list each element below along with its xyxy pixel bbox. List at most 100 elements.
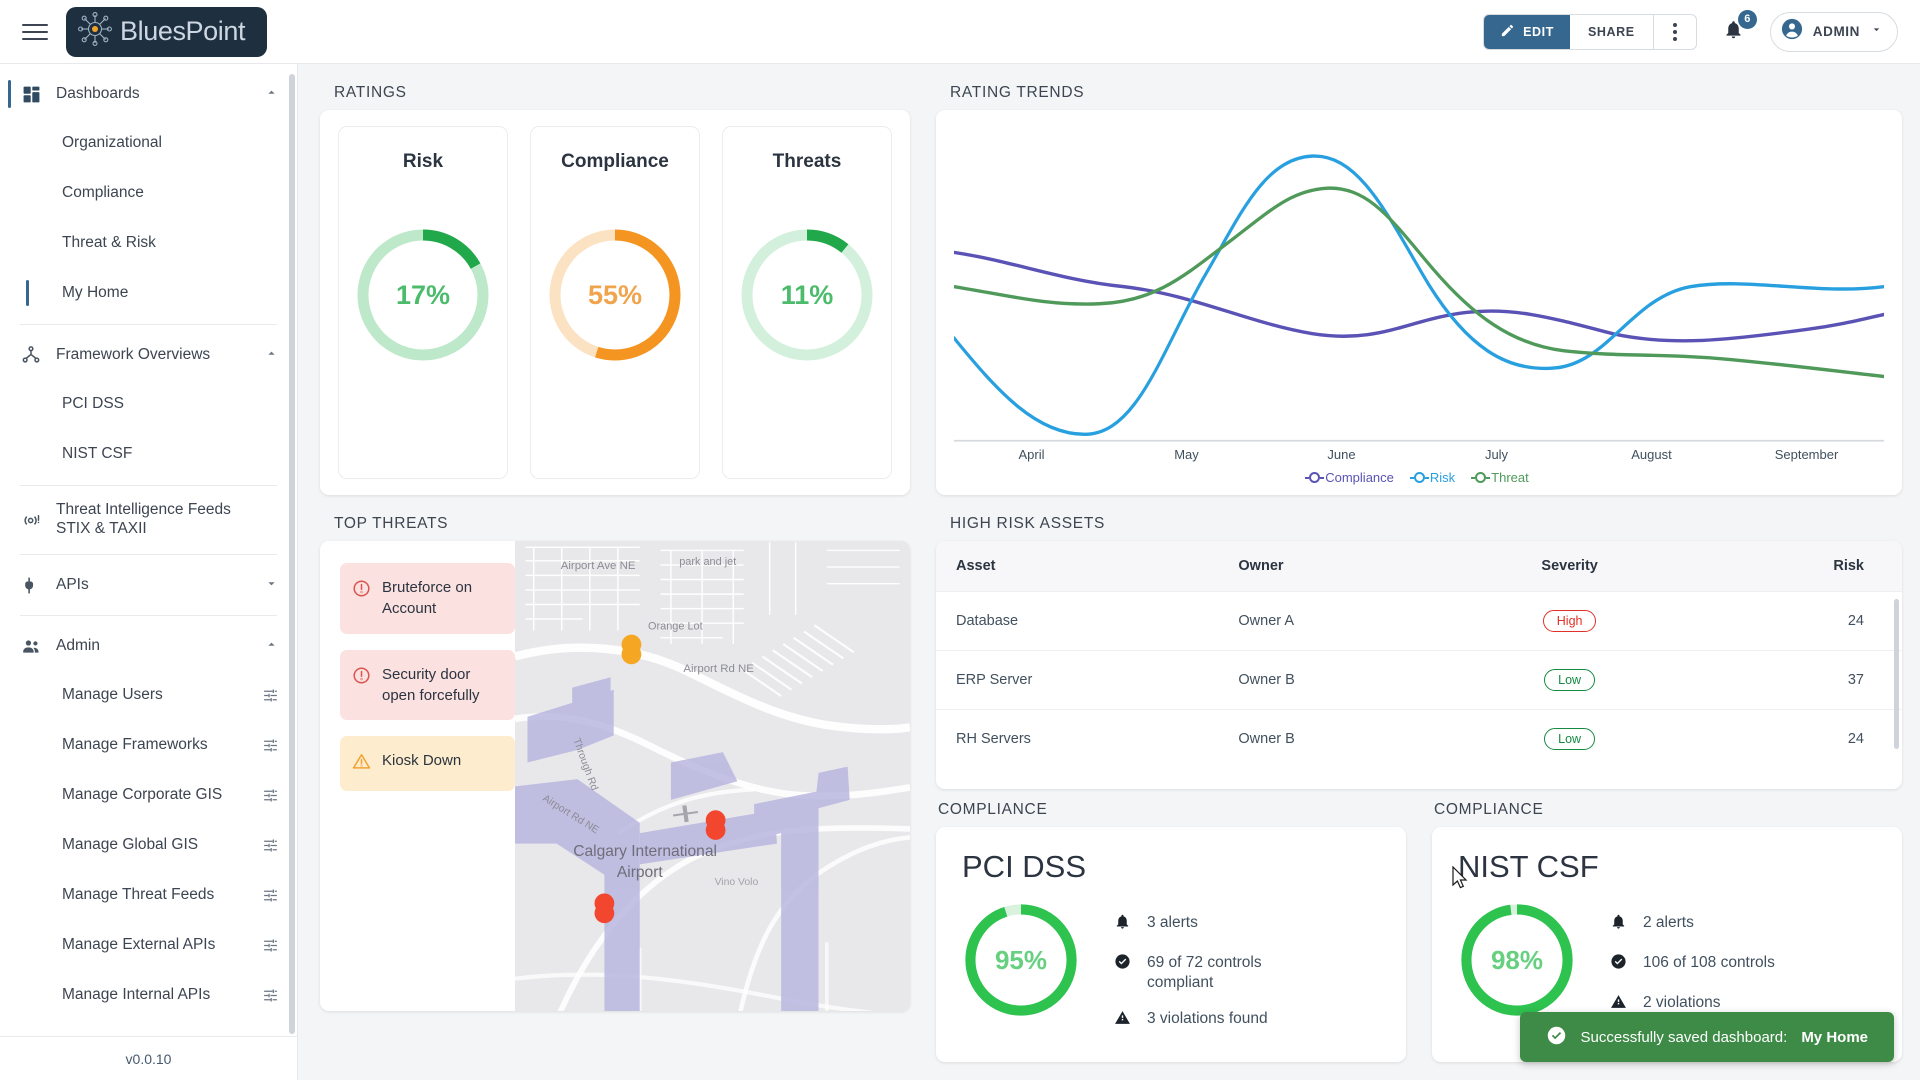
- tune-settings-icon[interactable]: [262, 887, 279, 904]
- sidebar-group-apis[interactable]: APIs: [0, 561, 297, 609]
- tune-settings-icon[interactable]: [262, 837, 279, 854]
- stat-text: 69 of 72 controls compliant: [1147, 953, 1262, 991]
- sidebar-item-nist-csf[interactable]: NIST CSF: [0, 429, 297, 479]
- threat-map[interactable]: Airport Ave NE park and jet Orange Lot A…: [515, 541, 910, 1011]
- pencil-icon: [1500, 23, 1515, 41]
- stat-controls: 69 of 72 controls compliant: [1114, 953, 1294, 993]
- user-menu[interactable]: ADMIN: [1769, 11, 1898, 52]
- threat-item[interactable]: Kiosk Down: [340, 736, 515, 792]
- sidebar-group-label: Framework Overviews: [56, 345, 211, 363]
- threat-item[interactable]: Bruteforce on Account: [340, 563, 515, 634]
- notification-badge: 6: [1737, 9, 1757, 29]
- sidebar-group-admin[interactable]: Admin: [0, 622, 297, 670]
- legend-marker-icon: [1471, 472, 1491, 483]
- tune-settings-icon[interactable]: [262, 937, 279, 954]
- threats-donut: 11%: [737, 225, 877, 365]
- cell-owner: Owner A: [1218, 591, 1453, 651]
- cell-risk: 37: [1686, 650, 1902, 710]
- framework-name: NIST CSF: [1458, 849, 1599, 884]
- sidebar-group-dashboards[interactable]: Dashboards: [0, 70, 297, 118]
- table-row[interactable]: RH Servers Owner B Low 24: [936, 709, 1902, 768]
- cell-severity: Low: [1452, 709, 1687, 768]
- high-risk-assets-table: Asset Owner Severity Risk Database Owner…: [936, 541, 1902, 768]
- legend-item-risk[interactable]: Risk: [1409, 470, 1456, 485]
- column-header-severity[interactable]: Severity: [1452, 541, 1687, 592]
- share-button[interactable]: SHARE: [1570, 14, 1654, 49]
- threat-item[interactable]: Security door open forcefully: [340, 649, 515, 721]
- status-badge: High: [1542, 610, 1597, 632]
- sidebar-item-manage-global-gis[interactable]: Manage Global GIS: [0, 820, 297, 870]
- map-place-label: Airport: [617, 864, 664, 881]
- sidebar-item-label: Manage Users: [62, 686, 163, 703]
- sidebar-group-framework-overviews[interactable]: Framework Overviews: [0, 331, 297, 379]
- edit-button[interactable]: EDIT: [1484, 14, 1570, 49]
- gauge-threats[interactable]: Threats 11%: [722, 126, 892, 479]
- legend-item-threat[interactable]: Threat: [1471, 470, 1529, 485]
- sidebar-item-manage-corporate-gis[interactable]: Manage Corporate GIS: [0, 770, 297, 820]
- map-place-label: Calgary International: [573, 843, 717, 860]
- sidebar-item-pci-dss[interactable]: PCI DSS: [0, 379, 297, 429]
- error-circle-icon: [352, 666, 372, 707]
- high-risk-assets-title: HIGH RISK ASSETS: [950, 515, 1106, 532]
- app-logo[interactable]: BluesPoint: [66, 6, 268, 57]
- table-scrollbar[interactable]: [1894, 599, 1899, 749]
- sidebar-item-manage-external-apis[interactable]: Manage External APIs: [0, 920, 297, 970]
- x-tick: August: [1631, 447, 1672, 462]
- sidebar-item-my-home[interactable]: My Home: [0, 268, 297, 318]
- toast-notification[interactable]: Successfully saved dashboard: My Home: [1519, 1012, 1894, 1062]
- column-header-risk[interactable]: Risk: [1686, 541, 1902, 592]
- sidebar-scrollbar[interactable]: [289, 74, 295, 1034]
- column-header-asset[interactable]: Asset: [936, 541, 1219, 592]
- legend-item-compliance[interactable]: Compliance: [1305, 470, 1394, 485]
- sidebar-item-organizational[interactable]: Organizational: [0, 118, 297, 168]
- cell-owner: Owner B: [1218, 709, 1453, 768]
- kebab-menu-icon[interactable]: [1654, 15, 1696, 49]
- sidebar-divider: [20, 485, 277, 486]
- legend-label: Risk: [1429, 470, 1456, 485]
- warning-triangle-icon: [352, 752, 372, 777]
- pci-donut: 95%: [962, 901, 1080, 1019]
- hierarchy-icon: [20, 344, 42, 366]
- sidebar-item-threat-risk[interactable]: Threat & Risk: [0, 218, 297, 268]
- column-header-owner[interactable]: Owner: [1218, 541, 1453, 592]
- tune-settings-icon[interactable]: [262, 787, 279, 804]
- map-canvas: Airport Ave NE park and jet Orange Lot A…: [515, 541, 910, 1011]
- tune-settings-icon[interactable]: [262, 687, 279, 704]
- sidebar-item-manage-users[interactable]: Manage Users: [0, 670, 297, 720]
- table-row[interactable]: Database Owner A High 24: [936, 591, 1902, 651]
- tune-settings-icon[interactable]: [262, 737, 279, 754]
- table-row[interactable]: ERP Server Owner B Low 37: [936, 650, 1902, 710]
- gauge-compliance[interactable]: Compliance 55%: [530, 126, 700, 479]
- gauge-risk[interactable]: Risk 17%: [338, 126, 508, 479]
- x-tick: September: [1774, 447, 1839, 462]
- hamburger-icon[interactable]: [22, 19, 48, 45]
- network-atom-icon: [78, 12, 112, 51]
- sidebar-group-label: Dashboards: [56, 84, 140, 102]
- framework-name: PCI DSS: [962, 849, 1087, 884]
- threat-text: Kiosk Down: [382, 752, 462, 770]
- sidebar-item-compliance[interactable]: Compliance: [0, 168, 297, 218]
- sidebar-item-label: My Home: [62, 284, 129, 301]
- bell-icon: [1723, 20, 1744, 44]
- share-label: SHARE: [1587, 24, 1635, 39]
- map-label: Vino Volo: [715, 877, 759, 888]
- stat-text: 2 alerts: [1643, 914, 1694, 931]
- gauge-value: 55%: [587, 279, 643, 310]
- rating-trends-title: RATING TRENDS: [950, 84, 1085, 101]
- stat-text: 106 of 108 controls: [1643, 953, 1775, 971]
- tune-settings-icon[interactable]: [262, 987, 279, 1004]
- sidebar-item-label: Compliance: [62, 184, 144, 201]
- top-threats-title: TOP THREATS: [334, 515, 449, 532]
- cell-asset: Database: [936, 591, 1219, 651]
- dashboard-grid-icon: [20, 83, 42, 105]
- sidebar-item-manage-threat-feeds[interactable]: Manage Threat Feeds: [0, 870, 297, 920]
- compliance-title: COMPLIANCE: [1434, 801, 1544, 818]
- sidebar-item-manage-internal-apis[interactable]: Manage Internal APIs: [0, 970, 297, 1020]
- notifications-button[interactable]: 6: [1719, 9, 1757, 47]
- status-badge: Low: [1544, 728, 1596, 750]
- cell-risk: 24: [1686, 591, 1902, 651]
- chevron-up-icon: [264, 637, 279, 655]
- sidebar-group-threat-intelligence-feeds[interactable]: Threat Intelligence Feeds STIX & TAXII: [0, 492, 297, 548]
- sidebar-item-label: Manage Threat Feeds: [62, 886, 215, 903]
- sidebar-item-manage-frameworks[interactable]: Manage Frameworks: [0, 720, 297, 770]
